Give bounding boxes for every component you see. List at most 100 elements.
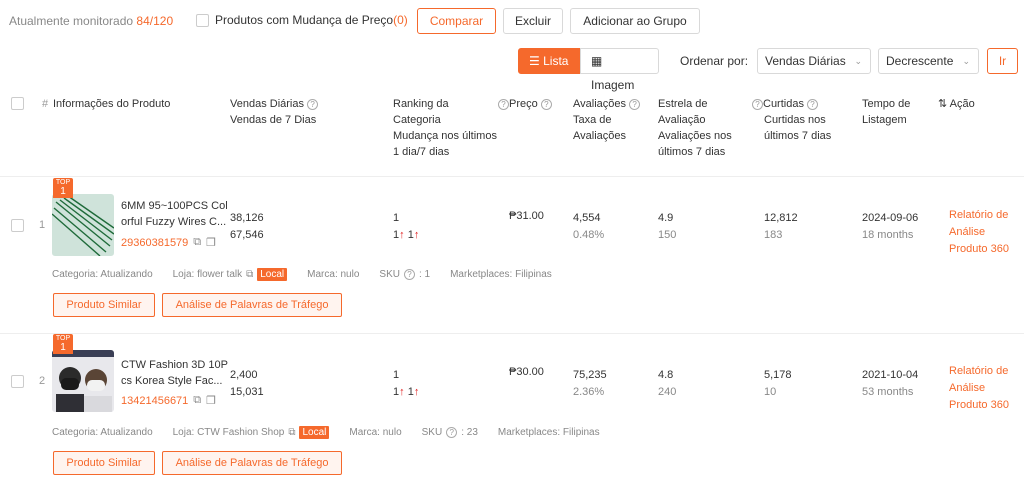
product-name-line2: cs Korea Style Fac... bbox=[121, 375, 223, 387]
image-view-button[interactable]: ▦ Imagem bbox=[580, 48, 659, 92]
col-star-line1: Estrela de bbox=[658, 98, 708, 110]
go-button[interactable]: Ir bbox=[987, 48, 1018, 74]
select-all-checkbox[interactable] bbox=[11, 97, 24, 110]
chevron-down-icon: ⌄ bbox=[962, 56, 970, 66]
delete-button[interactable]: Excluir bbox=[503, 8, 563, 34]
col-ranking[interactable]: Ranking da Categoria Mudança nos últimos… bbox=[393, 96, 497, 160]
sort-label: Ordenar por: bbox=[680, 54, 749, 68]
info-icon: ? bbox=[629, 99, 641, 110]
product-name[interactable]: CTW Fashion 3D 10P cs Korea Style Fac... bbox=[121, 357, 229, 389]
header-divider bbox=[0, 176, 1024, 177]
list-view-button[interactable]: ☰ Lista bbox=[518, 48, 580, 74]
sort-order-value: Decrescente bbox=[886, 54, 954, 68]
info-icon: ? bbox=[498, 99, 509, 110]
rank-value: 1 bbox=[393, 369, 400, 381]
row-index: 2 bbox=[39, 375, 46, 387]
meta-sku-value: : 1 bbox=[418, 269, 431, 280]
add-to-group-button[interactable]: Adicionar ao Grupo bbox=[570, 8, 700, 34]
chevron-down-icon: ⌄ bbox=[854, 56, 862, 66]
meta-shop[interactable]: Loja: CTW Fashion Shop bbox=[173, 427, 285, 438]
copy-icon[interactable]: ❐ bbox=[206, 236, 216, 249]
sales-7d: 15,031 bbox=[230, 386, 264, 398]
traffic-keywords-button[interactable]: Análise de Palavras de Tráfego bbox=[162, 451, 342, 475]
col-action[interactable]: ⇅ Ação bbox=[938, 96, 975, 112]
analysis-report-line1: Relatório de bbox=[949, 365, 1009, 377]
analysis-report-link[interactable]: Relatório de Análise Produto 360 bbox=[949, 207, 1009, 258]
price-change-count: (0) bbox=[393, 13, 408, 27]
external-link-icon[interactable]: ⧉ bbox=[193, 394, 201, 407]
col-reviews-line3: Avaliações bbox=[573, 130, 626, 142]
reviews-cell: 4,554 0.48% bbox=[573, 210, 604, 244]
external-link-icon[interactable]: ⧉ bbox=[193, 236, 201, 249]
analysis-report-line3: Produto 360 bbox=[949, 243, 1009, 255]
col-listing-time[interactable]: Tempo de Listagem bbox=[862, 96, 910, 128]
price-change-checkbox[interactable] bbox=[196, 13, 209, 27]
top-badge-number: 1 bbox=[60, 186, 66, 197]
similar-product-button[interactable]: Produto Similar bbox=[53, 451, 155, 475]
product-image[interactable] bbox=[52, 194, 114, 256]
sort-field-value: Vendas Diárias bbox=[765, 54, 846, 68]
view-toggle: ☰ Lista ▦ Imagem bbox=[518, 48, 659, 92]
arrow-up-icon: ↑ bbox=[399, 386, 405, 398]
compare-button[interactable]: Comparar bbox=[417, 8, 496, 34]
external-link-icon[interactable]: ⧉ bbox=[246, 269, 253, 280]
col-sales[interactable]: Vendas Diárias ? Vendas de 7 Dias bbox=[230, 96, 319, 128]
local-badge: Local bbox=[257, 268, 288, 281]
col-likes-line3: últimos 7 dias bbox=[764, 130, 832, 142]
top-badge: TOP 1 bbox=[53, 334, 73, 354]
info-icon: ? bbox=[752, 99, 763, 110]
col-star-line2: Avaliação bbox=[658, 114, 706, 126]
col-listing-line1: Tempo de bbox=[862, 98, 911, 110]
product-id-text: 29360381579 bbox=[121, 236, 189, 249]
star-rating: 4.9 bbox=[658, 212, 674, 224]
col-likes[interactable]: ? Curtidas ? Curtidas nos últimos 7 dias bbox=[752, 96, 831, 144]
product-id[interactable]: 29360381579 ⧉ ❐ bbox=[121, 236, 216, 249]
col-ranking-line2: Categoria bbox=[393, 114, 441, 126]
sales-daily: 2,400 bbox=[230, 369, 258, 381]
likes-7d: 10 bbox=[764, 386, 777, 398]
listing-date: 2021-10-04 bbox=[862, 369, 919, 381]
col-ranking-line3: Mudança nos últimos bbox=[393, 130, 497, 142]
star-cell: 4.8 240 bbox=[658, 367, 676, 401]
likes-7d: 183 bbox=[764, 229, 783, 241]
col-listing-line2: Listagem bbox=[862, 114, 907, 126]
toolbar: Atualmente monitorado 84/120 Produtos co… bbox=[0, 0, 1024, 44]
price-change-filter[interactable]: Produtos com Mudança de Preço (0) bbox=[196, 13, 408, 27]
col-reviews[interactable]: Avaliações ? Taxa de Avaliações bbox=[573, 96, 641, 144]
meta-sku-label: SKU bbox=[379, 269, 400, 280]
reviews-count: 75,235 bbox=[573, 369, 607, 381]
row-checkbox[interactable] bbox=[11, 375, 24, 388]
product-thumbnail bbox=[52, 194, 114, 256]
sort-order-select[interactable]: Decrescente ⌄ bbox=[878, 48, 979, 74]
star-cell: 4.9 150 bbox=[658, 210, 676, 244]
sort-field-select[interactable]: Vendas Diárias ⌄ bbox=[757, 48, 871, 74]
monitor-label: Atualmente monitorado bbox=[9, 14, 134, 28]
price-change-label: Produtos com Mudança de Preço bbox=[215, 13, 394, 27]
product-image[interactable] bbox=[52, 350, 114, 412]
row-checkbox[interactable] bbox=[11, 219, 24, 232]
col-ranking-line4: 1 dia/7 dias bbox=[393, 146, 450, 158]
info-icon: ? bbox=[307, 99, 319, 110]
grid-icon: ▦ bbox=[591, 54, 603, 68]
meta-brand: Marca: nulo bbox=[349, 427, 402, 438]
product-id[interactable]: 13421456671 ⧉ ❐ bbox=[121, 394, 216, 407]
col-sales-line1: Vendas Diárias bbox=[230, 98, 304, 110]
info-icon: ? bbox=[446, 427, 458, 438]
analysis-report-link[interactable]: Relatório de Análise Produto 360 bbox=[949, 363, 1009, 414]
similar-product-button[interactable]: Produto Similar bbox=[53, 293, 155, 317]
col-price[interactable]: ? Preço ? bbox=[498, 96, 552, 112]
price-value: ₱30.00 bbox=[509, 366, 544, 378]
info-icon: ? bbox=[540, 99, 552, 110]
product-name-line2: orful Fuzzy Wires C... bbox=[121, 216, 227, 228]
external-link-icon[interactable]: ⧉ bbox=[288, 427, 295, 438]
col-reviews-line1: Avaliações bbox=[573, 98, 626, 110]
price-value: ₱31.00 bbox=[509, 210, 544, 222]
col-star[interactable]: Estrela de Avaliação Avaliações nos últi… bbox=[658, 96, 732, 160]
copy-icon[interactable]: ❐ bbox=[206, 394, 216, 407]
product-name[interactable]: 6MM 95~100PCS Col orful Fuzzy Wires C... bbox=[121, 198, 229, 230]
meta-shop[interactable]: Loja: flower talk bbox=[173, 269, 242, 280]
col-sales-line2: Vendas de 7 Dias bbox=[230, 114, 317, 126]
traffic-keywords-button[interactable]: Análise de Palavras de Tráfego bbox=[162, 293, 342, 317]
likes-count: 12,812 bbox=[764, 212, 798, 224]
local-badge: Local bbox=[299, 426, 330, 439]
